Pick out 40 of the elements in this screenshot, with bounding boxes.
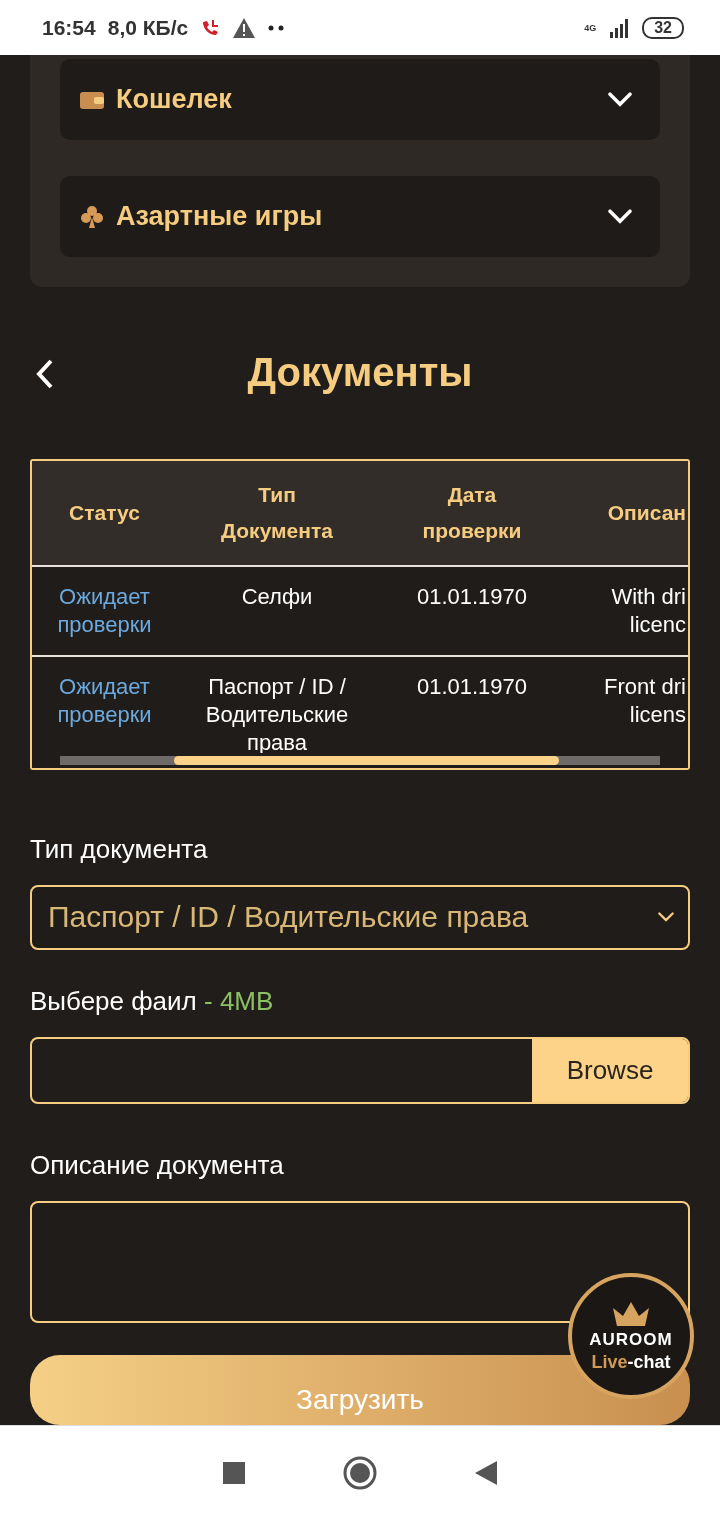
table-cell-text: Селфи	[240, 582, 314, 611]
wallet-icon	[80, 89, 104, 110]
missed-call-icon	[200, 17, 221, 38]
clubs-icon	[80, 204, 104, 229]
chevron-down-icon	[658, 912, 674, 922]
table-cell-text: 01.01.1970	[415, 582, 529, 611]
chevron-down-icon	[608, 209, 632, 224]
status-cell-text: Ожидает проверки	[56, 582, 153, 639]
warning-icon	[232, 16, 257, 39]
dots-icon	[268, 24, 285, 31]
network-speed: 8,0 КБ/с	[107, 15, 189, 40]
table-cell-text: 01.01.1970	[415, 672, 529, 701]
column-header: Тип Документа	[220, 481, 334, 544]
back-icon	[36, 359, 54, 389]
battery-indicator: 32	[642, 16, 684, 39]
recents-button[interactable]	[222, 1461, 246, 1485]
clock: 16:54	[42, 15, 96, 40]
accordion-item[interactable]: Кошелек	[60, 59, 660, 140]
home-button[interactable]	[342, 1455, 378, 1491]
file-field[interactable]: Browse	[30, 1036, 690, 1104]
signal-icon	[608, 17, 631, 38]
description-field[interactable]	[30, 1200, 690, 1323]
chevron-down-icon	[608, 92, 632, 107]
back-nav-button[interactable]	[474, 1460, 498, 1486]
field-label: Описание документа	[30, 1149, 285, 1181]
browse-button[interactable]: Browse	[532, 1038, 688, 1102]
table-cell-text: With dri licenc	[610, 582, 687, 639]
column-header: Описан	[606, 499, 687, 526]
column-header: Статус	[68, 499, 141, 526]
field-label: Тип документа	[30, 833, 209, 865]
scrollbar-thumb[interactable]	[174, 755, 559, 765]
page-title: Документы	[247, 350, 473, 396]
back-button[interactable]	[36, 359, 54, 389]
accordion-item[interactable]: Азартные игры	[60, 176, 660, 257]
network-type: 4G	[584, 22, 597, 33]
column-header: Дата проверки	[421, 481, 523, 544]
document-type-select[interactable]: Паспорт / ID / Водительские права	[30, 884, 690, 950]
file-label: Выбере фаил - 4MB	[30, 985, 275, 1017]
status-cell-text: Ожидает проверки	[56, 672, 153, 729]
table-cell-text: Front dri licens	[603, 672, 687, 729]
